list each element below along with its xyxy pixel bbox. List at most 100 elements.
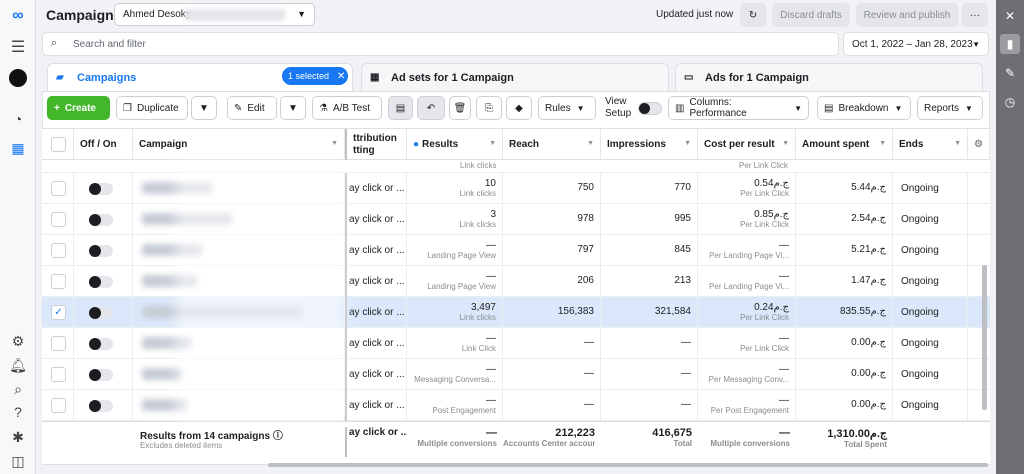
bug-icon[interactable]: ✱: [8, 427, 28, 447]
ends-cell: Ongoing: [893, 204, 968, 235]
more-options-button[interactable]: ···: [962, 3, 988, 27]
col-spent[interactable]: Amount spent ▼: [796, 129, 893, 160]
impressions-cell: —: [601, 328, 698, 359]
cpr-value: —: [779, 333, 789, 344]
edit-dropdown[interactable]: ▼: [280, 96, 306, 120]
tab-adsets[interactable]: ▦ Ad sets for 1 Campaign: [361, 63, 669, 91]
campaign-toggle[interactable]: [89, 400, 113, 412]
totals-results-value: —: [486, 427, 497, 439]
spent-cell: 1.47ج.م: [796, 266, 893, 297]
reach-cell: —: [503, 390, 601, 421]
reports-button[interactable]: Reports ▼: [917, 96, 983, 120]
bar-chart-icon[interactable]: ▮: [1000, 34, 1020, 54]
col-campaign[interactable]: Campaign ▼: [133, 129, 345, 160]
clipboard-button[interactable]: ▤: [388, 96, 413, 120]
results-sub: Link Click: [461, 344, 496, 353]
column-settings-icon[interactable]: ⚙: [968, 129, 990, 160]
col-offon[interactable]: Off / On: [74, 129, 133, 160]
clock-icon[interactable]: ◷: [1000, 92, 1020, 112]
totals-impressions-sub: Total: [673, 439, 692, 448]
search-bar[interactable]: ⌕ Search and filter: [42, 32, 839, 56]
campaign-toggle[interactable]: [89, 338, 113, 350]
impressions-cell: 213: [601, 266, 698, 297]
row-checkbox[interactable]: [51, 336, 66, 351]
spent-cell: 5.21ج.م: [796, 235, 893, 266]
caret-down-icon: ▼: [965, 103, 973, 113]
undo-button[interactable]: ↶: [417, 96, 445, 120]
pencil-icon: ✎: [234, 102, 243, 114]
bell-icon[interactable]: 🔔︎: [8, 355, 28, 375]
refresh-button[interactable]: ↻: [740, 3, 766, 27]
results-cell: — Post Engagement: [407, 390, 503, 421]
totals-attr: ay click or ...: [345, 427, 407, 457]
row-select-cell: [42, 204, 74, 235]
row-checkbox[interactable]: [51, 243, 66, 258]
breakdown-button[interactable]: ▤ Breakdown ▼: [817, 96, 911, 120]
rules-button[interactable]: Rules ▼: [538, 96, 596, 120]
totals-impressions: 416,675 Total: [601, 422, 698, 448]
campaign-toggle[interactable]: [89, 276, 113, 288]
campaign-toggle[interactable]: [89, 245, 113, 257]
vertical-scrollbar[interactable]: [982, 265, 987, 410]
top-header: Campaigns Ahmed Desoky ▼ Updated just no…: [36, 0, 996, 30]
row-checkbox[interactable]: ✓: [51, 305, 66, 320]
col-reach[interactable]: Reach ▼: [503, 129, 601, 160]
row-checkbox[interactable]: [51, 274, 66, 289]
view-setup-toggle[interactable]: [638, 102, 662, 115]
campaign-toggle[interactable]: [89, 369, 113, 381]
ends-cell: Ongoing: [893, 297, 968, 328]
col-impressions[interactable]: Impressions ▼: [601, 129, 698, 160]
ab-test-button[interactable]: ⚗ A/B Test: [312, 96, 382, 120]
meta-logo-icon[interactable]: ∞: [8, 6, 28, 26]
col-cpr[interactable]: Cost per result ▼: [698, 129, 796, 160]
totals-cpr: — Multiple conversions: [698, 422, 796, 448]
review-publish-button[interactable]: Review and publish: [856, 3, 958, 27]
row-checkbox[interactable]: [51, 398, 66, 413]
ab-test-label: A/B Test: [332, 102, 371, 114]
table-header: Off / On Campaign ▼ ttribution tting ● Resu…: [42, 128, 990, 160]
duplicate-button[interactable]: ❐ Duplicate: [116, 96, 188, 120]
avatar[interactable]: [8, 68, 28, 88]
toggle-knob: [89, 183, 101, 195]
search-input[interactable]: Search and filter: [73, 39, 146, 50]
undo-icon: ↶: [426, 102, 436, 114]
row-checkbox[interactable]: [51, 181, 66, 196]
preview-button[interactable]: ⎘: [476, 96, 502, 120]
horizontal-scrollbar[interactable]: [268, 463, 988, 467]
campaign-toggle[interactable]: [89, 214, 113, 226]
help-icon[interactable]: ?: [8, 402, 28, 422]
duplicate-dropdown[interactable]: ▼: [191, 96, 217, 120]
select-all-checkbox[interactable]: [51, 137, 66, 152]
search-icon[interactable]: ⌕: [8, 379, 28, 399]
row-checkbox[interactable]: [51, 367, 66, 382]
close-icon[interactable]: ✕: [337, 71, 345, 82]
tab-ads[interactable]: ▭ Ads for 1 Campaign: [675, 63, 983, 91]
gear-icon[interactable]: ⚙: [8, 331, 28, 351]
cpr-sub: Per Post Engagement: [710, 406, 789, 415]
campaign-toggle[interactable]: [89, 183, 113, 195]
discard-drafts-button[interactable]: Discard drafts: [772, 3, 850, 27]
col-ends[interactable]: Ends ▼: [893, 129, 968, 160]
campaign-toggle[interactable]: [89, 307, 113, 319]
close-icon[interactable]: ✕: [1000, 6, 1020, 26]
pencil-icon[interactable]: ✎: [1000, 63, 1020, 83]
table-grid-icon[interactable]: ▦: [8, 138, 28, 158]
row-checkbox[interactable]: [51, 212, 66, 227]
menu-icon[interactable]: ☰: [8, 37, 28, 57]
date-range-picker[interactable]: Oct 1, 2022 – Jan 28, 2023 ▼: [843, 32, 989, 56]
sort-icon: ▼: [879, 140, 886, 147]
panel-toggle-icon[interactable]: ◫: [8, 451, 28, 471]
create-button[interactable]: + Create: [47, 96, 110, 120]
toggle-knob: [89, 369, 101, 381]
delete-button[interactable]: 🗑︎: [449, 96, 471, 120]
selected-pill[interactable]: 1 selected ✕: [282, 67, 348, 85]
col-results[interactable]: ● Results ▼: [407, 129, 503, 160]
totals-impressions-value: 416,675: [652, 427, 692, 439]
columns-button[interactable]: ▥ Columns: Performance ▼: [668, 96, 809, 120]
tag-button[interactable]: ◆: [506, 96, 532, 120]
account-selector[interactable]: Ahmed Desoky ▼: [114, 3, 315, 26]
col-attribution[interactable]: ttribution tting: [345, 129, 407, 160]
gauge-icon[interactable]: ◔: [8, 109, 28, 129]
results-cell: — Link Click: [407, 328, 503, 359]
edit-button[interactable]: ✎ Edit: [227, 96, 277, 120]
